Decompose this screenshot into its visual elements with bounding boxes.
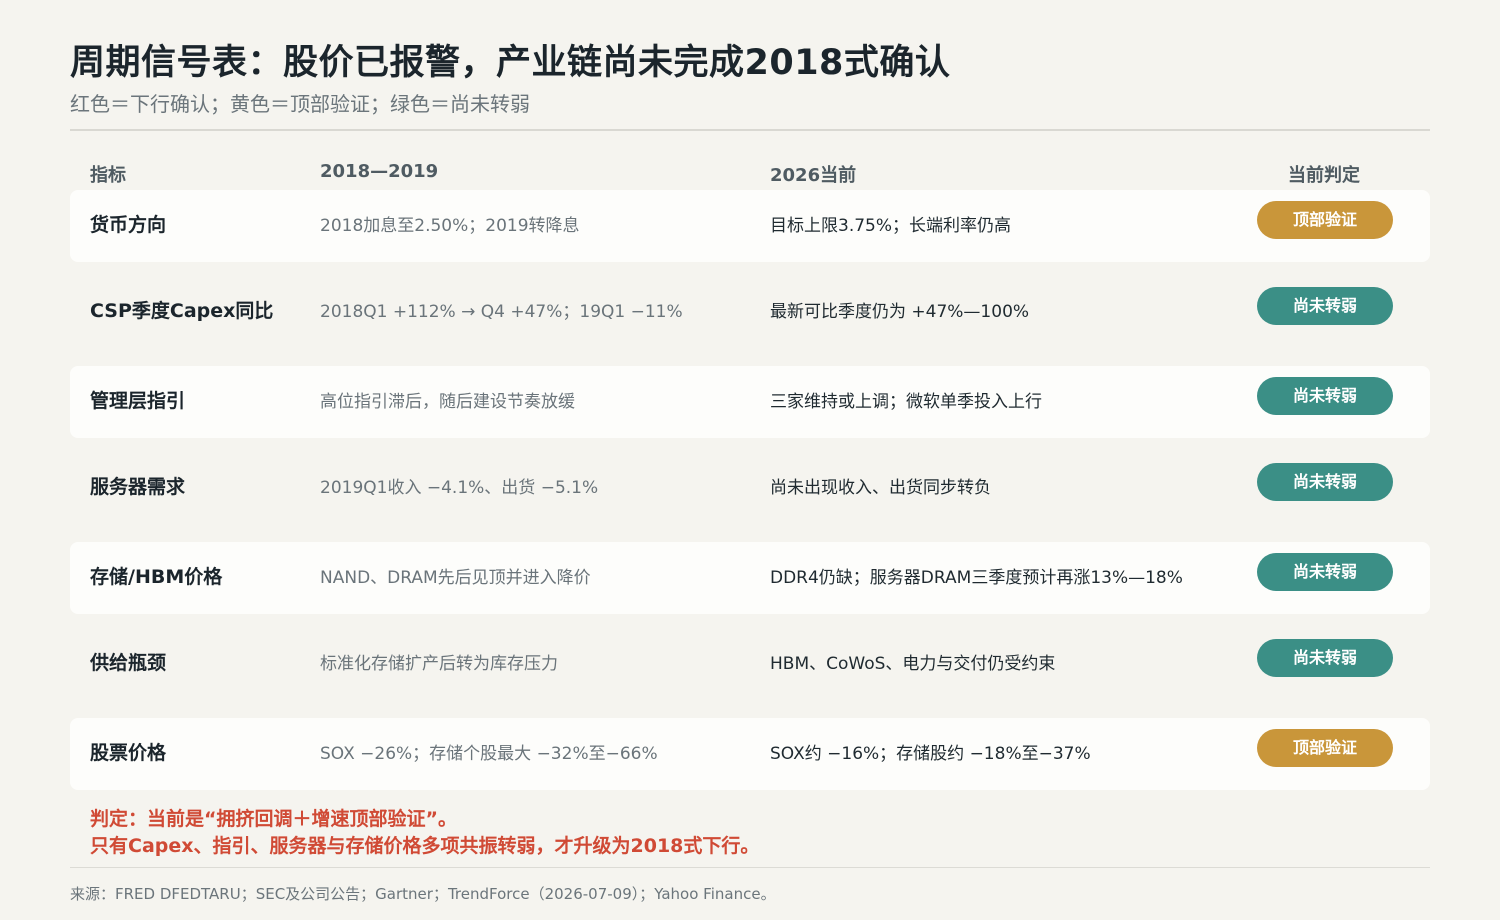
row-2018-2019-value: 高位指引滞后，随后建设节奏放缓 xyxy=(320,392,575,412)
verdict-line-1: 判定：当前是“拥挤回调＋增速顶部验证”。 xyxy=(90,808,457,830)
header-2018-2019: 2018—2019 xyxy=(320,161,439,182)
page-subtitle-legend: 红色＝下行确认；黄色＝顶部验证；绿色＝尚未转弱 xyxy=(70,92,530,116)
row-2026-value: SOX约 −16%；存储股约 −18%至−37% xyxy=(770,744,1091,764)
header-2026-current: 2026当前 xyxy=(770,165,857,186)
row-indicator: 货币方向 xyxy=(90,214,167,236)
status-badge: 顶部验证 xyxy=(1257,201,1393,239)
row-indicator: 存储/HBM价格 xyxy=(90,566,223,588)
row-indicator: 供给瓶颈 xyxy=(90,652,167,674)
header-indicator: 指标 xyxy=(90,165,126,186)
row-2026-value: 目标上限3.75%；长端利率仍高 xyxy=(770,216,1012,236)
row-2026-value: 尚未出现收入、出货同步转负 xyxy=(770,478,991,498)
row-indicator: 服务器需求 xyxy=(90,476,186,498)
row-2018-2019-value: SOX −26%；存储个股最大 −32%至−66% xyxy=(320,744,658,764)
row-2026-value: 三家维持或上调；微软单季投入上行 xyxy=(770,392,1042,412)
table-row: 股票价格 SOX −26%；存储个股最大 −32%至−66% SOX约 −16%；存… xyxy=(70,718,1430,790)
status-badge: 尚未转弱 xyxy=(1257,287,1393,325)
status-badge: 尚未转弱 xyxy=(1257,639,1393,677)
status-badge: 顶部验证 xyxy=(1257,729,1393,767)
header-judgement: 当前判定 xyxy=(1288,165,1360,186)
row-2018-2019-value: 2019Q1收入 −4.1%、出货 −5.1% xyxy=(320,478,599,498)
verdict-note: 判定：当前是“拥挤回调＋增速顶部验证”。 只有Capex、指引、服务器与存储价格… xyxy=(90,806,759,860)
table-row: CSP季度Capex同比 2018Q1 +112% → Q4 +47%；19Q1 … xyxy=(70,278,1430,366)
row-2018-2019-value: 2018加息至2.50%；2019转降息 xyxy=(320,216,580,236)
row-2018-2019-value: 标准化存储扩产后转为库存压力 xyxy=(320,654,558,674)
status-badge: 尚未转弱 xyxy=(1257,377,1393,415)
table-row: 管理层指引 高位指引滞后，随后建设节奏放缓 三家维持或上调；微软单季投入上行 尚未转弱 xyxy=(70,366,1430,438)
table-row: 货币方向 2018加息至2.50%；2019转降息 目标上限3.75%；长端利率仍高… xyxy=(70,190,1430,262)
bottom-divider xyxy=(70,867,1430,868)
row-indicator: CSP季度Capex同比 xyxy=(90,300,274,322)
table-row: 服务器需求 2019Q1收入 −4.1%、出货 −5.1% 尚未出现收入、出货同步转… xyxy=(70,454,1430,542)
row-2018-2019-value: 2018Q1 +112% → Q4 +47%；19Q1 −11% xyxy=(320,302,683,322)
row-2018-2019-value: NAND、DRAM先后见顶并进入降价 xyxy=(320,568,591,588)
row-2026-value: HBM、CoWoS、电力与交付仍受约束 xyxy=(770,654,1056,674)
top-divider xyxy=(70,129,1430,131)
row-2026-value: 最新可比季度仍为 +47%—100% xyxy=(770,302,1030,322)
source-note: 来源：FRED DFEDTARU；SEC及公司公告；Gartner；TrendF… xyxy=(70,885,776,903)
row-indicator: 管理层指引 xyxy=(90,390,186,412)
table-row: 供给瓶颈 标准化存储扩产后转为库存压力 HBM、CoWoS、电力与交付仍受约束 尚未转… xyxy=(70,630,1430,718)
row-indicator: 股票价格 xyxy=(90,742,167,764)
table-header: 指标 2018—2019 2026当前 当前判定 xyxy=(70,158,1430,188)
page-title: 周期信号表：股价已报警，产业链尚未完成2018式确认 xyxy=(70,43,951,83)
verdict-line-2: 只有Capex、指引、服务器与存储价格多项共振转弱，才升级为2018式下行。 xyxy=(90,835,760,857)
status-badge: 尚未转弱 xyxy=(1257,553,1393,591)
table-row: 存储/HBM价格 NAND、DRAM先后见顶并进入降价 DDR4仍缺；服务器DRAM… xyxy=(70,542,1430,614)
row-2026-value: DDR4仍缺；服务器DRAM三季度预计再涨13%—18% xyxy=(770,568,1183,588)
status-badge: 尚未转弱 xyxy=(1257,463,1393,501)
